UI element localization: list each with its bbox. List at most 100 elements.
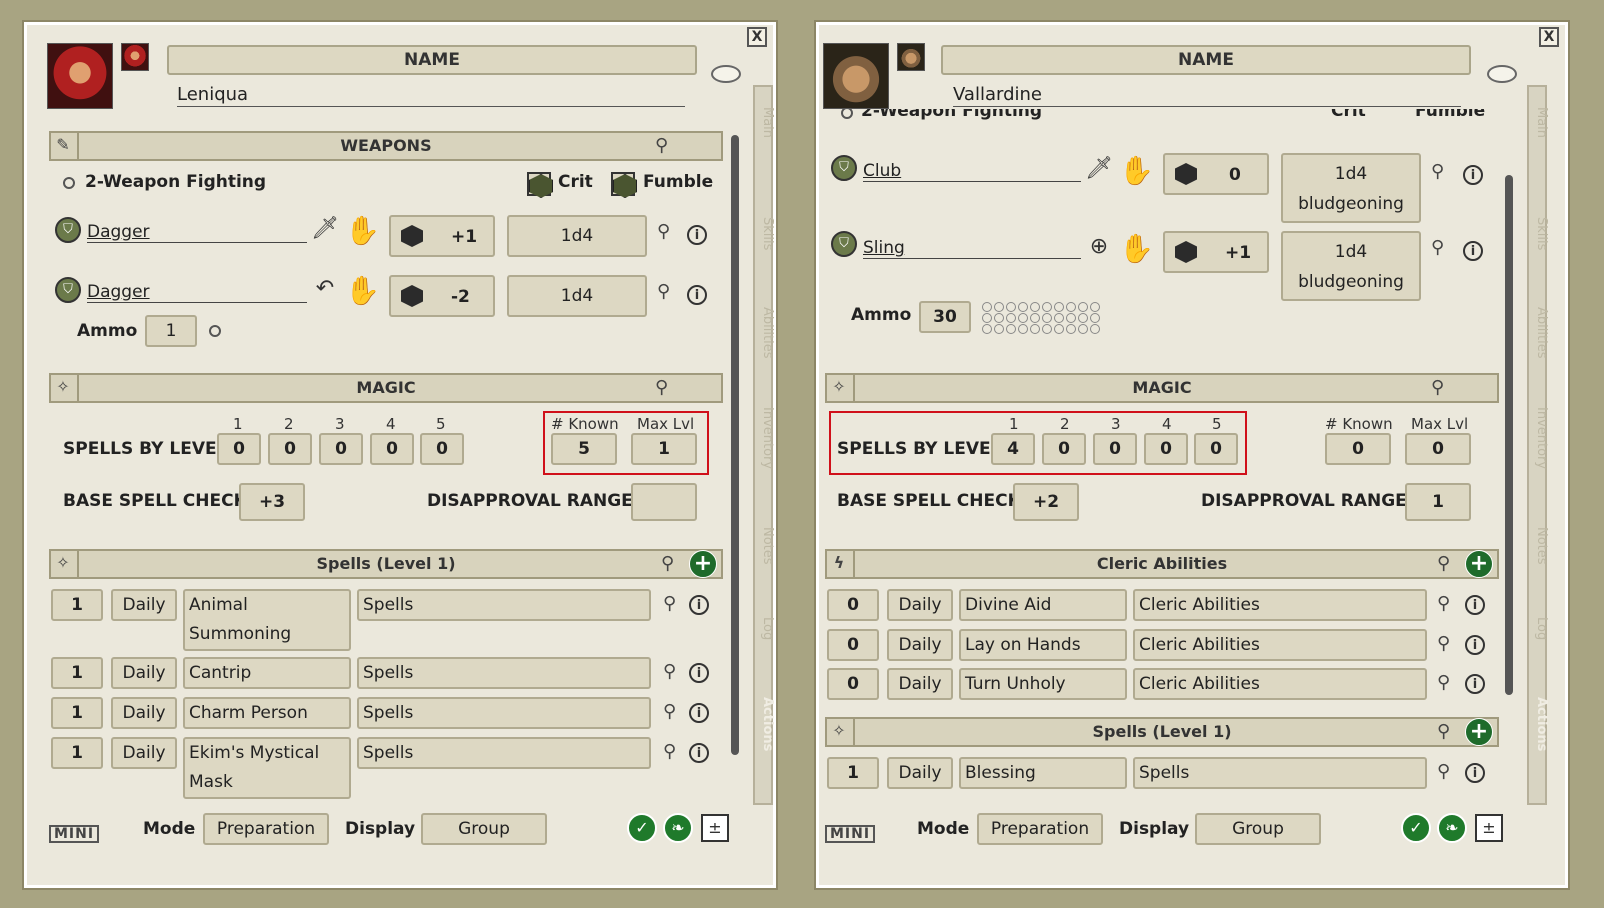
- search-icon[interactable]: ⚲: [661, 551, 674, 577]
- weapon-equipped-icon[interactable]: ⛉: [831, 155, 857, 181]
- spell-frequency[interactable]: Daily: [111, 737, 177, 769]
- spell-slot-field[interactable]: 0: [1144, 433, 1188, 465]
- tab-log[interactable]: Log: [1527, 617, 1549, 640]
- ammo-tracker[interactable]: [981, 301, 1131, 334]
- search-icon[interactable]: ⚲: [1431, 375, 1444, 401]
- disapproval-field[interactable]: 1: [1405, 483, 1471, 521]
- portrait[interactable]: [47, 43, 113, 109]
- search-icon[interactable]: ⚲: [1431, 161, 1444, 182]
- search-icon[interactable]: ⚲: [1437, 672, 1450, 693]
- melee-icon[interactable]: 🗡: [311, 215, 339, 243]
- crit-die-icon[interactable]: [527, 172, 553, 198]
- spell-frequency[interactable]: Daily: [111, 697, 177, 729]
- modifier-icon[interactable]: ±: [1475, 814, 1503, 842]
- ability-count[interactable]: 0: [827, 629, 879, 661]
- modifier-icon[interactable]: ±: [701, 814, 729, 842]
- display-select[interactable]: Group: [1195, 813, 1321, 845]
- ability-group[interactable]: Cleric Abilities: [1133, 589, 1427, 621]
- tab-abilities[interactable]: Abilities: [753, 307, 775, 358]
- hand-icon[interactable]: ✋: [345, 273, 380, 309]
- tab-main[interactable]: Main: [1527, 107, 1549, 138]
- ammo-dot[interactable]: [209, 325, 221, 337]
- spell-count[interactable]: 1: [51, 697, 103, 729]
- weapon-equipped-icon[interactable]: ⛉: [831, 231, 857, 257]
- info-icon[interactable]: i: [689, 663, 709, 683]
- add-icon[interactable]: +: [1465, 718, 1493, 746]
- info-icon[interactable]: i: [1463, 241, 1483, 261]
- info-icon[interactable]: i: [1465, 595, 1485, 615]
- display-select[interactable]: Group: [421, 813, 547, 845]
- base-spell-check-field[interactable]: +2: [1013, 483, 1079, 521]
- search-icon[interactable]: ⚲: [1437, 633, 1450, 654]
- ability-count[interactable]: 0: [827, 668, 879, 700]
- known-field[interactable]: 0: [1325, 433, 1391, 465]
- search-icon[interactable]: ⚲: [1437, 719, 1450, 745]
- weapon-equipped-icon[interactable]: ⛉: [55, 217, 81, 243]
- portrait[interactable]: [823, 43, 889, 109]
- spell-group[interactable]: Spells: [357, 697, 651, 729]
- ability-frequency[interactable]: Daily: [887, 589, 953, 621]
- two-weapon-toggle[interactable]: [63, 177, 75, 189]
- token-portrait[interactable]: [897, 43, 925, 71]
- tab-abilities[interactable]: Abilities: [1527, 307, 1549, 358]
- tab-inventory[interactable]: Inventory: [753, 407, 775, 469]
- chat-bubble-icon[interactable]: [1487, 65, 1517, 83]
- spell-frequency[interactable]: Daily: [887, 757, 953, 789]
- name-field[interactable]: Vallardine: [953, 83, 1461, 107]
- known-field[interactable]: 5: [551, 433, 617, 465]
- search-icon[interactable]: ⚲: [1437, 761, 1450, 782]
- spell-slot-field[interactable]: 0: [370, 433, 414, 465]
- spell-frequency[interactable]: Daily: [111, 589, 177, 621]
- add-icon[interactable]: +: [1465, 550, 1493, 578]
- spell-slot-field[interactable]: 0: [1194, 433, 1238, 465]
- info-icon[interactable]: i: [689, 703, 709, 723]
- ability-name[interactable]: Lay on Hands: [959, 629, 1127, 661]
- spell-count[interactable]: 1: [51, 589, 103, 621]
- search-icon[interactable]: ⚲: [1437, 593, 1450, 614]
- tab-log[interactable]: Log: [753, 617, 775, 640]
- tab-notes[interactable]: Notes: [1527, 527, 1549, 565]
- attack-button[interactable]: +1: [1163, 231, 1269, 273]
- scrollbar[interactable]: [1505, 175, 1513, 695]
- spell-name[interactable]: Charm Person: [183, 697, 351, 729]
- spell-slot-field[interactable]: 0: [420, 433, 464, 465]
- tab-notes[interactable]: Notes: [753, 527, 775, 565]
- damage-button[interactable]: 1d4 bludgeoning: [1281, 231, 1421, 301]
- spell-slot-field[interactable]: 0: [319, 433, 363, 465]
- spell-count[interactable]: 1: [51, 737, 103, 769]
- ability-group[interactable]: Cleric Abilities: [1133, 668, 1427, 700]
- weapon-name[interactable]: Club: [863, 161, 1081, 182]
- search-icon[interactable]: ⚲: [663, 593, 676, 614]
- ability-name[interactable]: Turn Unholy: [959, 668, 1127, 700]
- weapon-name[interactable]: Sling: [863, 238, 1081, 259]
- ability-group[interactable]: Cleric Abilities: [1133, 629, 1427, 661]
- ability-frequency[interactable]: Daily: [887, 629, 953, 661]
- mode-select[interactable]: Preparation: [977, 813, 1103, 845]
- ranged-icon[interactable]: ⊕: [1085, 233, 1113, 261]
- ammo-field[interactable]: 1: [145, 315, 197, 347]
- edit-icon[interactable]: ✓: [627, 813, 657, 843]
- info-icon[interactable]: i: [1465, 674, 1485, 694]
- info-icon[interactable]: i: [689, 595, 709, 615]
- edit-icon[interactable]: ✓: [1401, 813, 1431, 843]
- tab-skills[interactable]: Skills: [1527, 217, 1549, 250]
- damage-button[interactable]: 1d4: [507, 215, 647, 257]
- spell-group[interactable]: Spells: [357, 657, 651, 689]
- spell-slot-field[interactable]: 0: [1093, 433, 1137, 465]
- spell-name[interactable]: Ekim's Mystical Mask: [183, 737, 351, 799]
- chat-bubble-icon[interactable]: [711, 65, 741, 83]
- info-icon[interactable]: i: [687, 225, 707, 245]
- name-field[interactable]: Leniqua: [177, 83, 685, 107]
- attack-button[interactable]: -2: [389, 275, 495, 317]
- info-icon[interactable]: i: [1465, 763, 1485, 783]
- spell-group[interactable]: Spells: [357, 737, 651, 769]
- search-icon[interactable]: ⚲: [663, 741, 676, 762]
- search-icon[interactable]: ⚲: [663, 701, 676, 722]
- search-icon[interactable]: ⚲: [1431, 237, 1444, 258]
- weapon-name[interactable]: Dagger: [87, 282, 307, 303]
- fumble-die-icon[interactable]: [611, 172, 637, 198]
- weapon-name[interactable]: Dagger: [87, 222, 307, 243]
- spell-slot-field[interactable]: 0: [1042, 433, 1086, 465]
- hand-icon[interactable]: ✋: [1119, 153, 1154, 189]
- spell-count[interactable]: 1: [51, 657, 103, 689]
